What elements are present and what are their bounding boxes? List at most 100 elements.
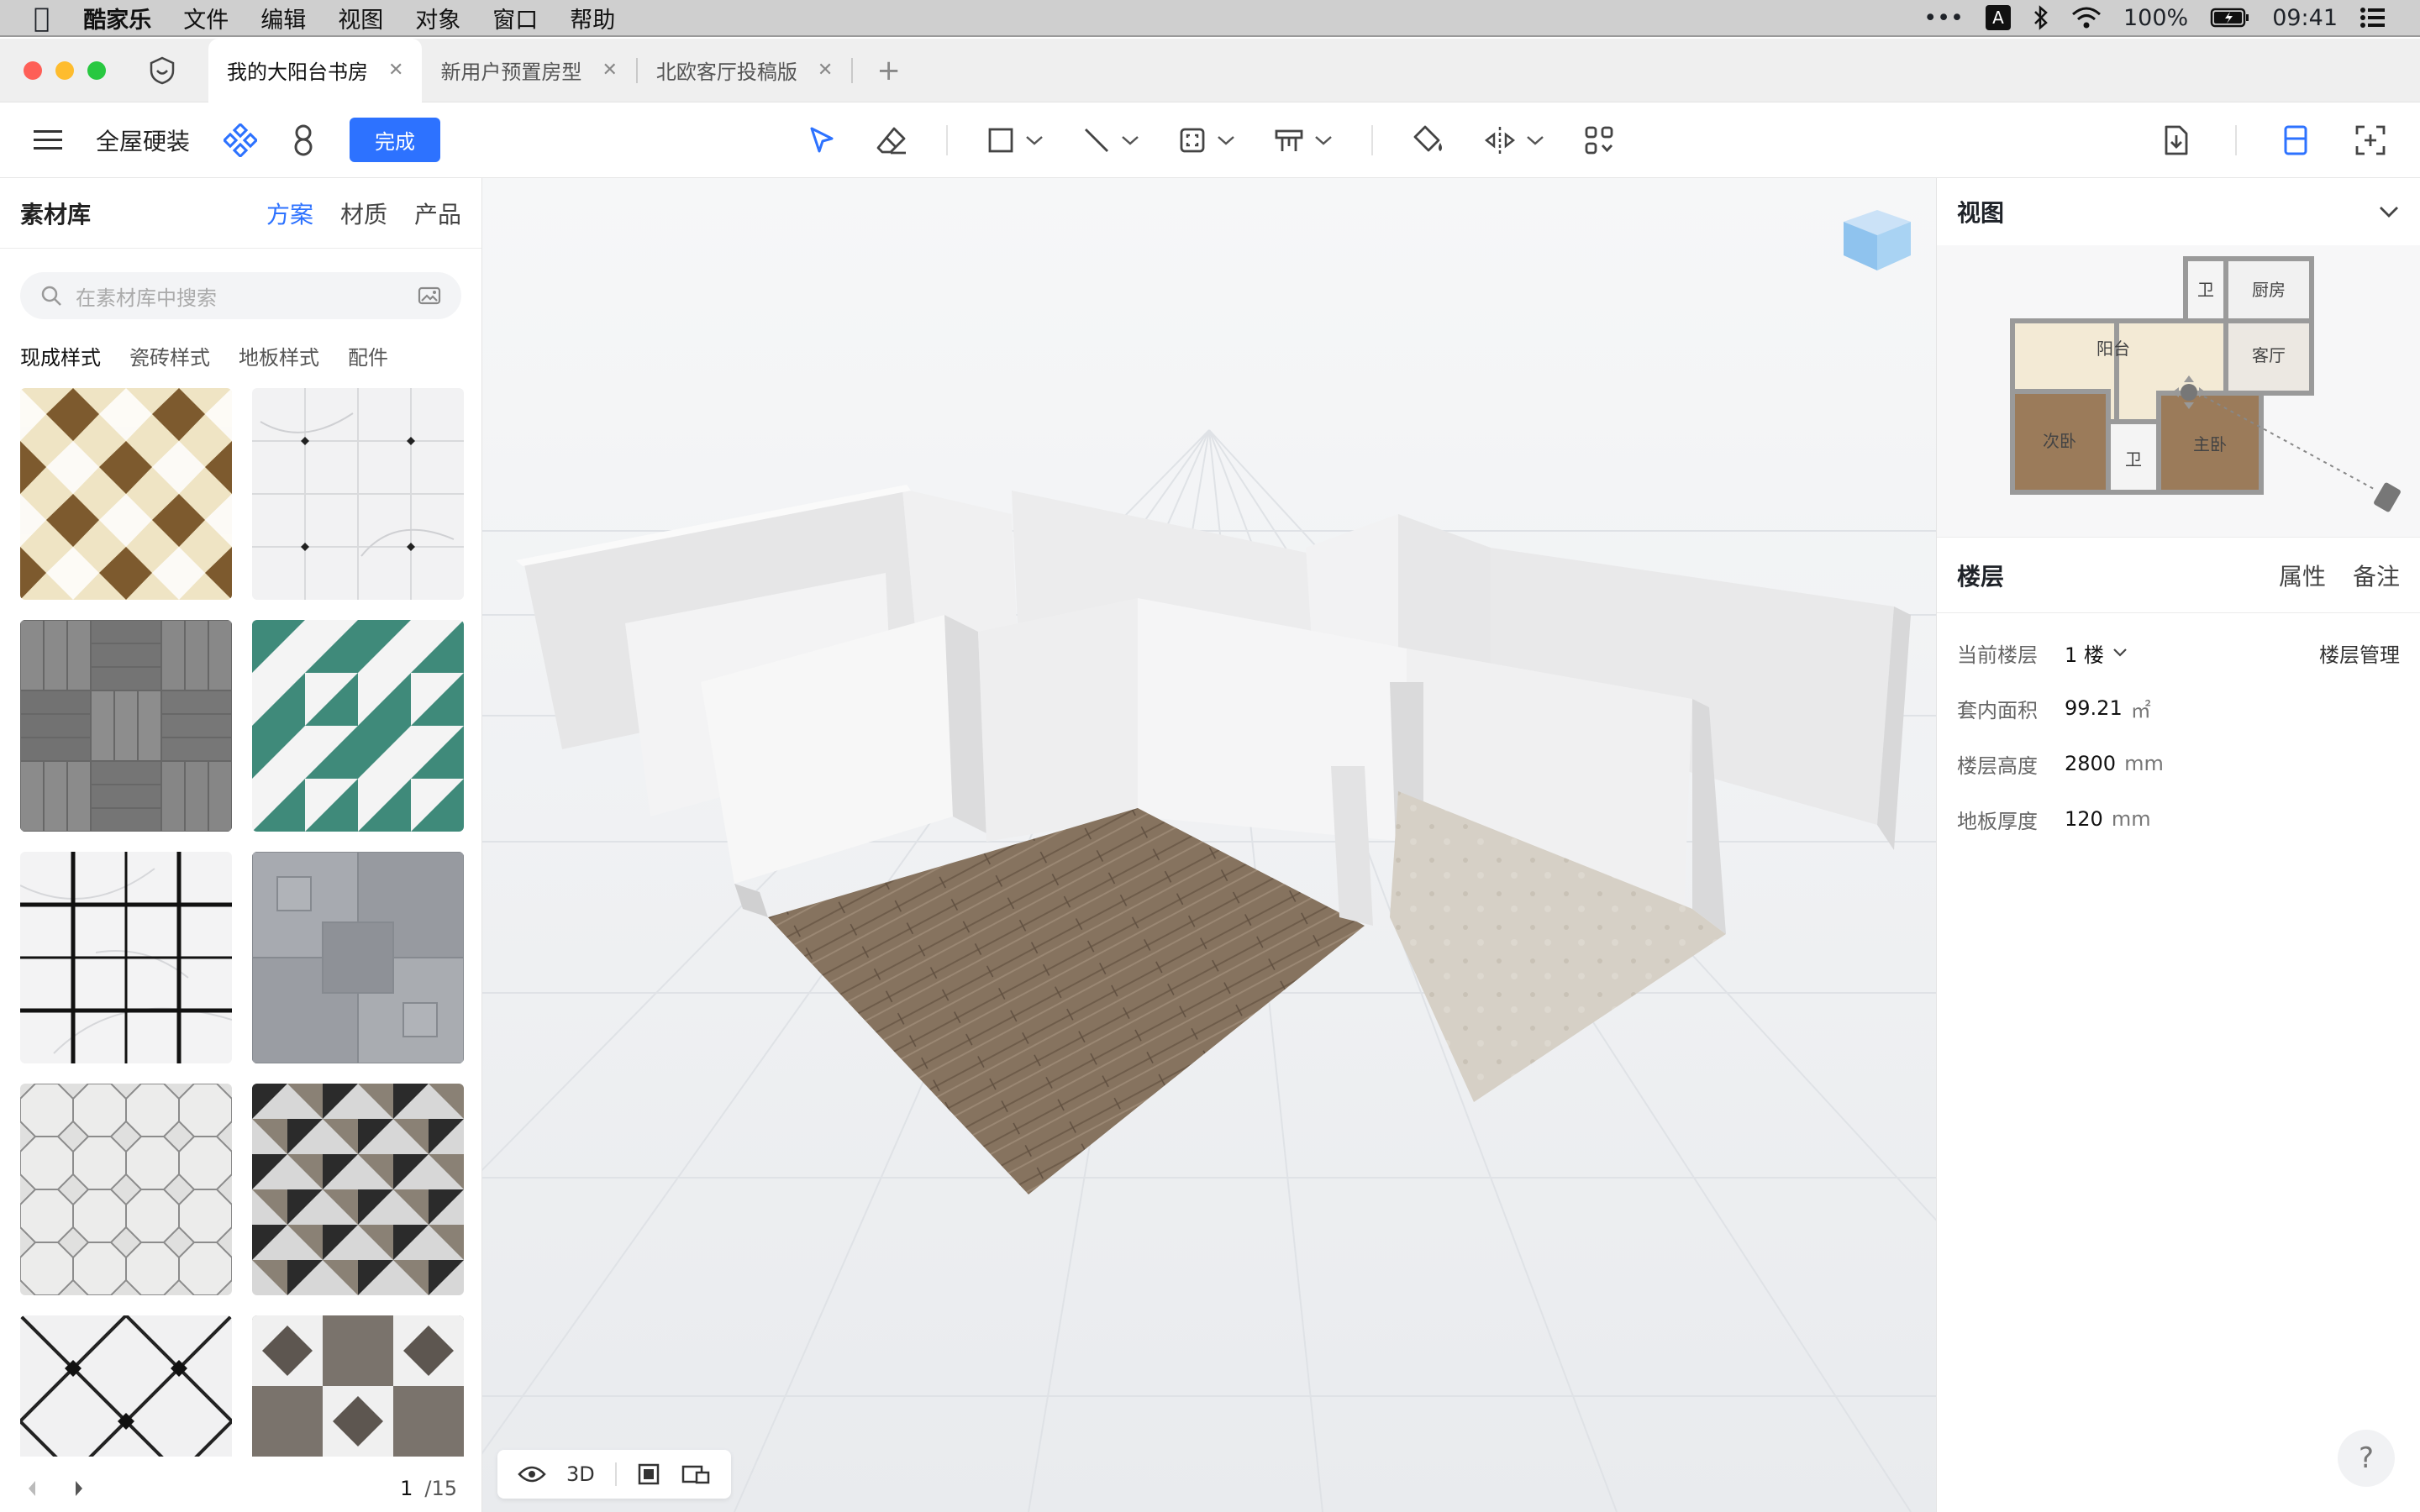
line-tool[interactable]	[1082, 126, 1139, 155]
room-label-second-bedroom: 次卧	[2043, 431, 2076, 451]
tab-material[interactable]: 材质	[340, 197, 387, 230]
subtab-tile-style[interactable]: 瓷砖样式	[129, 341, 210, 370]
search-input[interactable]: 在素材库中搜索	[76, 281, 217, 311]
mode-title[interactable]: 全屋硬装	[96, 123, 190, 157]
tab-new-user-preset[interactable]: 新用户预置房型 ✕	[422, 39, 635, 102]
eye-icon[interactable]	[518, 1464, 546, 1484]
page-current[interactable]: 1	[400, 1477, 413, 1500]
menu-file[interactable]: 文件	[183, 2, 229, 34]
menu-window[interactable]: 窗口	[492, 2, 538, 34]
control-center-icon[interactable]	[2360, 7, 2386, 29]
wifi-icon[interactable]	[2071, 6, 2102, 29]
floor-manage-link[interactable]: 楼层管理	[2319, 638, 2400, 668]
line-icon	[1085, 129, 1108, 152]
layout-panel-icon[interactable]	[2282, 124, 2309, 156]
prop-area: 套内面积 99.21 ㎡	[1937, 680, 2420, 736]
subtab-accessories[interactable]: 配件	[348, 341, 388, 370]
material-thumbnail[interactable]	[252, 620, 464, 832]
menu-edit[interactable]: 编辑	[260, 2, 306, 34]
figure-eight-icon[interactable]	[291, 123, 316, 157]
next-page-icon[interactable]	[72, 1479, 86, 1498]
tab-label: 新用户预置房型	[440, 60, 582, 84]
minimize-window-button[interactable]	[55, 60, 74, 80]
3d-viewport[interactable]: 3D	[482, 178, 1936, 1512]
material-thumbnail[interactable]	[252, 1084, 464, 1295]
paint-bucket-icon[interactable]	[1412, 124, 1445, 156]
move-tool[interactable]	[1484, 124, 1544, 156]
menu-help[interactable]: 帮助	[570, 2, 615, 34]
material-library-panel: 素材库 方案 材质 产品 在素材库中搜索 现成样式 瓷砖样式 地板样式 配件 1…	[0, 178, 482, 1512]
maximize-window-button[interactable]	[87, 60, 106, 80]
new-tab-button[interactable]: +	[876, 54, 901, 87]
search-icon	[41, 286, 61, 306]
image-search-icon[interactable]	[418, 286, 441, 306]
hamburger-menu-icon[interactable]	[34, 129, 62, 152]
subtab-ready-style[interactable]: 现成样式	[20, 341, 101, 370]
close-tab-icon[interactable]: ✕	[818, 60, 833, 81]
library-search[interactable]: 在素材库中搜索	[20, 272, 461, 319]
floor-height-unit: mm	[2124, 752, 2164, 775]
tab-bar: 我的大阳台书房 ✕ 新用户预置房型 ✕ 北欧客厅投稿版 ✕ +	[0, 38, 2420, 102]
floor-thickness-input[interactable]: 120	[2065, 807, 2103, 831]
material-thumbnail[interactable]	[20, 388, 232, 600]
tab-notes[interactable]: 备注	[2353, 559, 2400, 592]
menu-app-name[interactable]: 酷家乐	[83, 2, 151, 34]
material-grid	[20, 388, 464, 1457]
floorplan-minimap[interactable]: 卫 厨房 阳台 客厅 次卧 卫 主卧	[1937, 245, 2420, 538]
done-button[interactable]: 完成	[350, 118, 441, 162]
tab-label: 我的大阳台书房	[227, 60, 368, 84]
rectangle-tool[interactable]	[986, 126, 1044, 155]
toolbar-divider	[946, 125, 948, 155]
material-thumbnail[interactable]	[20, 1084, 232, 1295]
material-thumbnail[interactable]	[20, 852, 232, 1063]
bluetooth-icon[interactable]	[2033, 5, 2049, 30]
prop-floor-height: 楼层高度 2800 mm	[1937, 736, 2420, 791]
help-button[interactable]: ?	[2338, 1430, 2395, 1487]
clock[interactable]: 09:41	[2272, 5, 2338, 31]
close-tab-icon[interactable]: ✕	[602, 60, 617, 81]
eraser-icon[interactable]	[876, 125, 908, 155]
floorplan-view-icon[interactable]	[637, 1462, 660, 1486]
tab-nordic-living-room[interactable]: 北欧客厅投稿版 ✕	[638, 39, 851, 102]
material-thumbnail[interactable]	[252, 388, 464, 600]
tab-scheme[interactable]: 方案	[266, 197, 313, 230]
material-thumbnail[interactable]	[20, 620, 232, 832]
3d-scene[interactable]	[482, 178, 1936, 1512]
library-header: 素材库 方案 材质 产品	[0, 178, 481, 249]
view-mode-toggle[interactable]: 3D	[566, 1462, 595, 1486]
select-cursor-icon[interactable]	[807, 125, 837, 155]
fullscreen-capture-icon[interactable]	[2354, 124, 2386, 156]
tab-my-balcony-study[interactable]: 我的大阳台书房 ✕	[208, 38, 423, 102]
tab-attributes[interactable]: 属性	[2279, 559, 2326, 592]
apple-menu-icon[interactable]: 	[34, 2, 50, 34]
floorplan-drawing: 卫 厨房 阳台 客厅 次卧 卫 主卧	[2010, 256, 2401, 512]
grid-arrange-icon[interactable]	[1583, 124, 1615, 156]
main-toolbar: 全屋硬装 完成	[0, 102, 2420, 178]
menu-object[interactable]: 对象	[415, 2, 460, 34]
component-icon[interactable]	[224, 123, 258, 157]
prev-page-icon[interactable]	[25, 1479, 39, 1498]
material-thumbnail[interactable]	[252, 1315, 464, 1457]
export-download-icon[interactable]	[2161, 124, 2190, 156]
input-source-badge[interactable]: A	[1985, 5, 2011, 30]
library-title: 素材库	[20, 200, 92, 228]
region-tool[interactable]	[1178, 126, 1235, 155]
light-tool[interactable]	[1274, 126, 1333, 155]
battery-icon[interactable]	[2210, 7, 2250, 29]
tab-product[interactable]: 产品	[414, 197, 461, 230]
split-view-icon[interactable]	[681, 1462, 711, 1486]
floor-thickness-unit: mm	[2111, 807, 2151, 831]
rectangle-icon	[988, 128, 1013, 153]
chevron-down-icon[interactable]	[2378, 205, 2400, 218]
chevron-down-icon[interactable]	[2112, 648, 2128, 658]
close-window-button[interactable]	[24, 60, 42, 80]
menu-view[interactable]: 视图	[338, 2, 383, 34]
material-thumbnail[interactable]	[20, 1315, 232, 1457]
close-tab-icon[interactable]: ✕	[388, 60, 403, 81]
subtab-floor-style[interactable]: 地板样式	[239, 341, 319, 370]
material-thumbnail[interactable]	[252, 852, 464, 1063]
more-dots-icon[interactable]: •••	[1923, 5, 1964, 31]
floor-height-input[interactable]: 2800	[2065, 752, 2116, 775]
current-floor-select[interactable]: 1 楼	[2065, 638, 2104, 668]
shield-icon[interactable]	[148, 55, 176, 86]
